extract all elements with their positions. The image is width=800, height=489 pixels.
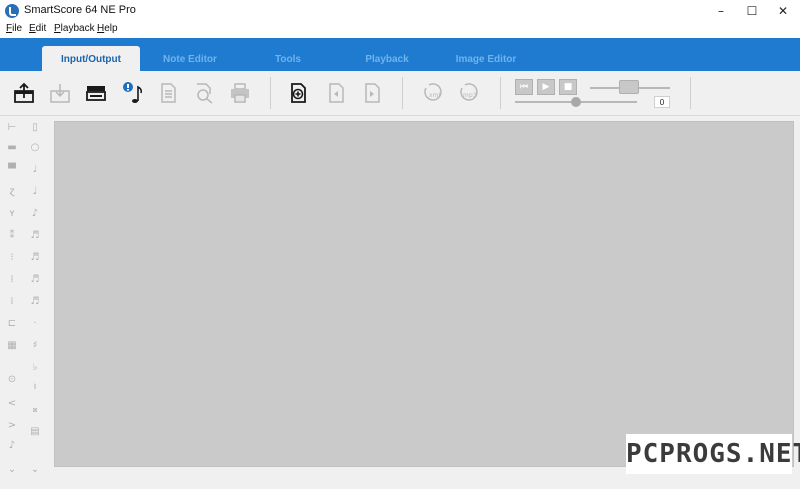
maximize-button[interactable]: ☐	[737, 0, 767, 22]
flat-icon[interactable]: ♭	[27, 359, 43, 375]
grace-note-icon[interactable]: ♪	[4, 437, 20, 453]
half-rest-icon[interactable]: ▀	[4, 161, 20, 177]
sharp-icon[interactable]: ♯	[27, 337, 43, 353]
add-page-icon[interactable]	[286, 81, 310, 105]
menu-help[interactable]: Help	[97, 23, 118, 34]
scroll-down-icon-2[interactable]: ⌄	[27, 461, 43, 477]
minimize-button[interactable]: –	[706, 0, 736, 22]
tab-note-editor[interactable]: Note Editor	[150, 49, 230, 71]
info-cursor-icon[interactable]: ⊙	[4, 371, 20, 387]
ribbon-tab-bar: Input/Output Note Editor Tools Playback …	[0, 38, 800, 71]
tab-tools[interactable]: Tools	[258, 49, 318, 71]
thirtysecond-rest-icon[interactable]: ⁝	[4, 249, 20, 265]
menu-edit[interactable]: Edit	[29, 23, 46, 34]
menu-file[interactable]: File	[6, 23, 22, 34]
app-logo-icon	[5, 4, 19, 18]
close-button[interactable]: ✕	[768, 0, 798, 22]
natural-icon[interactable]: ♮	[27, 379, 43, 395]
print-icon[interactable]	[228, 81, 252, 105]
tab-input-output[interactable]: Input/Output	[42, 46, 140, 71]
export-mp3-icon[interactable]: mp3	[456, 81, 482, 105]
open-file-icon[interactable]	[12, 81, 36, 105]
toolbar-separator	[500, 77, 501, 109]
eighth-rest-icon[interactable]: ʏ	[4, 205, 20, 221]
scroll-down-icon[interactable]: ⌄	[4, 461, 20, 477]
stop-button[interactable]: ■	[559, 79, 577, 95]
play-button[interactable]: ▶	[537, 79, 555, 95]
tab-image-editor[interactable]: Image Editor	[446, 49, 526, 71]
rewind-button[interactable]: ⏮	[515, 79, 533, 95]
toolbar-separator	[690, 77, 691, 109]
stop-icon: ■	[563, 82, 573, 92]
rest-128-icon[interactable]: ⁞	[4, 293, 20, 309]
volume-slider-thumb[interactable]	[619, 80, 639, 94]
grid-icon[interactable]: ▦	[4, 337, 20, 353]
position-slider-thumb[interactable]	[571, 97, 581, 107]
rewind-icon: ⏮	[519, 82, 529, 92]
double-sharp-icon[interactable]: 𝄪	[27, 401, 43, 417]
symbol-palette: ⊢ ▯ ▬ ○ ▀ ♩ ɀ ♩ ʏ ♪ ⁑ ♬ ⁝ ♬ ⁞ ♬ ⁞ ♬ ⊏ · …	[0, 117, 50, 489]
half-note-icon[interactable]: ♩	[27, 161, 43, 177]
mp3-label: mp3	[463, 92, 477, 99]
quarter-note-icon[interactable]: ♩	[27, 183, 43, 199]
thirtysecond-note-icon[interactable]: ♬	[27, 249, 43, 265]
note-128-icon[interactable]: ♬	[27, 293, 43, 309]
sixtyfourth-rest-icon[interactable]: ⁞	[4, 271, 20, 287]
decrescendo-icon[interactable]: >	[4, 417, 20, 433]
dot-icon[interactable]: ·	[27, 315, 43, 331]
eighth-note-icon[interactable]: ♪	[27, 205, 43, 221]
whole-rest-icon[interactable]: ▬	[4, 139, 20, 155]
toolbar-separator	[270, 77, 271, 109]
play-icon: ▶	[542, 82, 550, 92]
previous-page-icon[interactable]	[324, 81, 348, 105]
tempo-value: 0	[654, 96, 670, 108]
menu-playback[interactable]: Playback	[54, 23, 95, 34]
bracket-icon[interactable]: ⊏	[4, 315, 20, 331]
whole-note-icon[interactable]: ○	[27, 139, 43, 155]
ribbon-toolbar: xml mp3 ⏮ ▶ ■ 0	[0, 71, 800, 116]
watermark: PCPROGS.NET	[626, 434, 800, 474]
crescendo-icon[interactable]: <	[4, 395, 20, 411]
scan-icon[interactable]	[84, 81, 108, 105]
export-xml-icon[interactable]: xml	[420, 81, 446, 105]
menu-bar: File Edit Playback Help	[0, 22, 800, 38]
save-icon[interactable]	[48, 81, 72, 105]
toolbar-separator	[402, 77, 403, 109]
zoom-search-icon[interactable]	[192, 81, 216, 105]
sixteenth-note-icon[interactable]: ♬	[27, 227, 43, 243]
app-window: SmartScore 64 NE Pro – ☐ ✕ File Edit Pla…	[0, 0, 800, 489]
next-page-icon[interactable]	[360, 81, 384, 105]
document-icon[interactable]	[156, 81, 180, 105]
tab-playback[interactable]: Playback	[352, 49, 422, 71]
score-canvas[interactable]	[54, 121, 794, 467]
xml-label: xml	[429, 92, 440, 99]
title-bar: SmartScore 64 NE Pro – ☐ ✕	[0, 0, 800, 22]
measure-icon[interactable]: ⊢	[4, 119, 20, 135]
window-title: SmartScore 64 NE Pro	[24, 4, 136, 16]
info-note-icon[interactable]	[120, 81, 144, 105]
chord-icon[interactable]: ▤	[27, 423, 43, 439]
sixtyfourth-note-icon[interactable]: ♬	[27, 271, 43, 287]
quarter-rest-icon[interactable]: ɀ	[4, 183, 20, 199]
double-measure-icon[interactable]: ▯	[27, 119, 43, 135]
sixteenth-rest-icon[interactable]: ⁑	[4, 227, 20, 243]
